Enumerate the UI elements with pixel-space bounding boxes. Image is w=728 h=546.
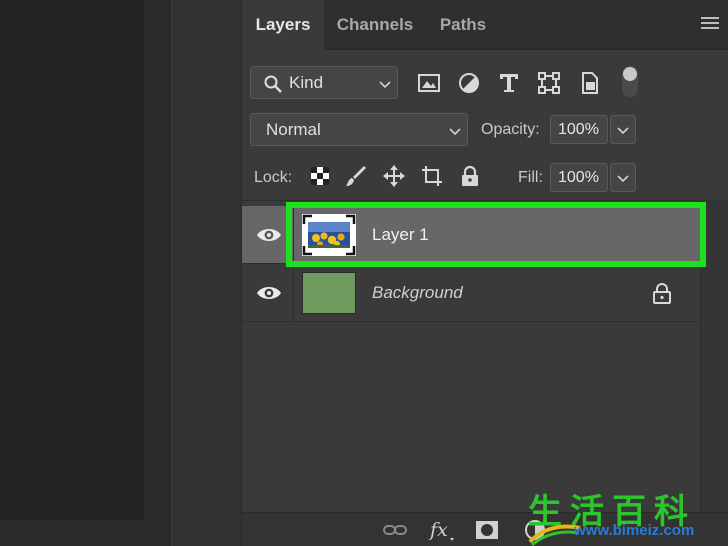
fill-dropdown[interactable] (610, 163, 636, 192)
blend-mode-value: Normal (266, 120, 321, 139)
status-bar (0, 520, 171, 546)
tab-layers[interactable]: Layers (242, 0, 324, 50)
layer-style-fx-icon[interactable]: fx (428, 518, 456, 542)
eye-icon[interactable] (256, 284, 282, 302)
link-layers-icon[interactable] (382, 518, 408, 542)
search-icon (264, 75, 282, 93)
image-filter-icon[interactable] (416, 70, 442, 96)
lock-image-icon[interactable] (344, 164, 368, 188)
watermark: 生活百科 www.bimeiz.com (528, 484, 728, 546)
filter-row: Kind (250, 66, 720, 100)
filter-toggle[interactable] (622, 66, 638, 97)
background-thumbnail (302, 272, 356, 314)
collapsed-panel-strip (171, 0, 241, 546)
layer-name[interactable]: Background (372, 283, 463, 303)
svg-text:fx: fx (428, 519, 448, 541)
lock-all-icon[interactable] (458, 164, 482, 188)
chevron-down-icon (617, 127, 629, 135)
lock-label: Lock: (254, 169, 293, 186)
eye-icon[interactable] (256, 226, 282, 244)
fill-input[interactable]: 100% (550, 163, 608, 192)
layer-lock-icon (653, 283, 671, 304)
canvas-gutter (145, 0, 171, 546)
lock-transparent-icon[interactable] (308, 164, 332, 188)
lock-row: Lock: Fill: 100% (254, 160, 724, 194)
tab-paths[interactable]: Paths (426, 0, 500, 50)
type-filter-icon[interactable] (496, 70, 522, 96)
add-mask-icon[interactable] (474, 518, 500, 542)
filter-kind-label: Kind (289, 73, 324, 92)
opacity-label: Opacity: (481, 121, 540, 138)
visibility-cell (242, 264, 294, 322)
panel-menu-icon[interactable] (701, 17, 719, 31)
layer-row-background[interactable]: Background (242, 264, 700, 322)
blend-mode-select[interactable]: Normal (250, 113, 468, 146)
panel-tabs: Layers Channels Paths (242, 0, 728, 50)
smart-object-filter-icon[interactable] (576, 70, 602, 96)
adjustment-filter-icon[interactable] (456, 70, 482, 96)
opacity-dropdown[interactable] (610, 115, 636, 144)
filter-kind-select[interactable]: Kind (250, 66, 398, 99)
fill-label: Fill: (518, 169, 543, 186)
blend-row: Normal Opacity: 100% (250, 113, 720, 147)
layers-panel: Layers Channels Paths Kind Normal Opacit… (241, 0, 728, 546)
tab-channels[interactable]: Channels (326, 0, 424, 50)
lock-position-icon[interactable] (382, 164, 406, 188)
lock-artboard-icon[interactable] (420, 164, 444, 188)
chevron-down-icon (449, 128, 461, 136)
shape-filter-icon[interactable] (536, 70, 562, 96)
selected-layer-highlight (286, 202, 706, 267)
chevron-down-icon (617, 175, 629, 183)
opacity-input[interactable]: 100% (550, 115, 608, 144)
document-canvas-area (0, 0, 145, 546)
watermark-url: www.bimeiz.com (574, 522, 695, 539)
chevron-down-icon (379, 81, 391, 89)
